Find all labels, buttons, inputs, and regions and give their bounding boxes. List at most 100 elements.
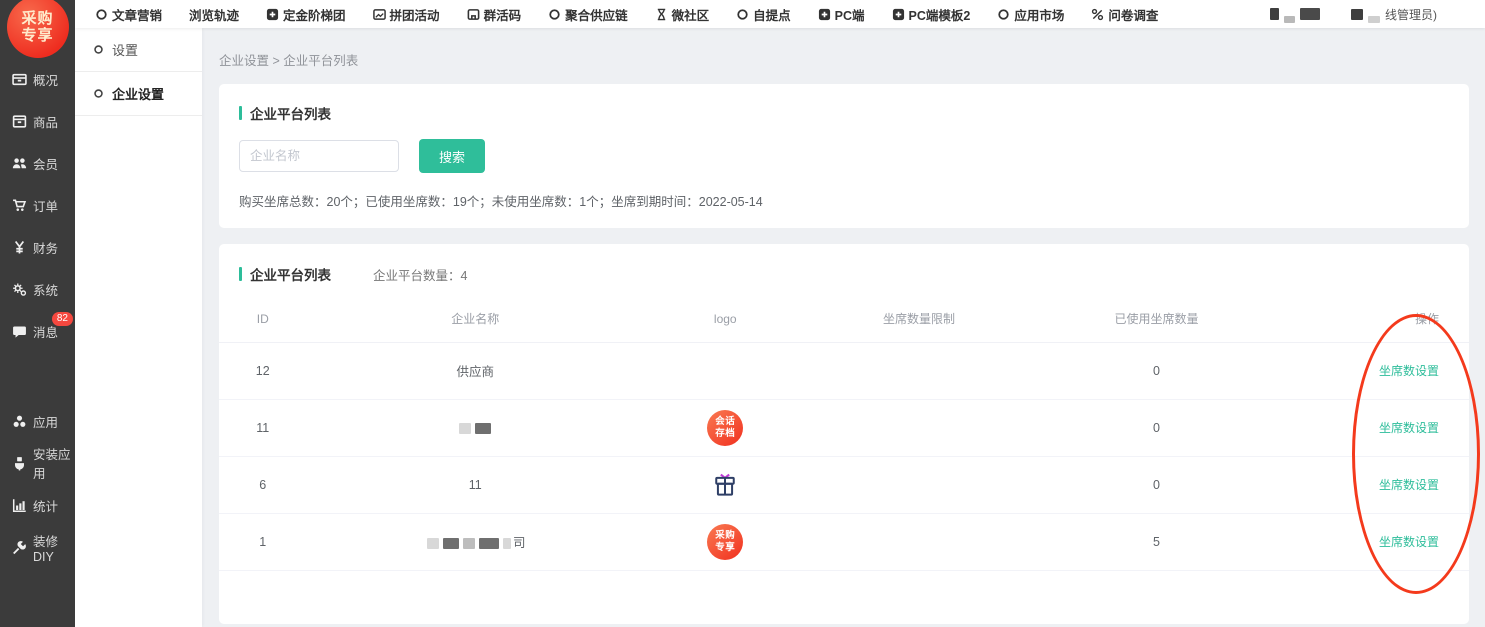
topnav-item-label: 聚合供应链 [565, 5, 628, 24]
sidebar-item[interactable]: 会员 [0, 142, 75, 184]
circle-icon [997, 8, 1010, 21]
seat-settings-link[interactable]: 坐席数设置 [1379, 478, 1439, 492]
company-name: 供应商 [456, 365, 494, 379]
topnav-item[interactable]: 定金阶梯团 [266, 5, 346, 24]
redacted-text [503, 538, 511, 549]
cell-company-name: 11 [307, 456, 645, 513]
cell-id: 6 [219, 456, 307, 513]
seat-settings-link[interactable]: 坐席数设置 [1379, 421, 1439, 435]
diy-icon [12, 540, 27, 555]
topnav-item[interactable]: 问卷调查 [1091, 5, 1158, 24]
user-info[interactable]: 线管理员) [1270, 6, 1437, 23]
sidebar-item-label: 会员 [33, 154, 58, 173]
topnav-item-label: PC端模板2 [909, 5, 971, 24]
sidebar-item-label: 系统 [33, 280, 58, 299]
square-plus-icon [266, 8, 279, 21]
column-header: ID [219, 296, 307, 342]
sidebar-item[interactable]: 概况 [0, 58, 75, 100]
topnav-item[interactable]: 浏览轨迹 [189, 5, 239, 24]
seat-settings-link[interactable]: 坐席数设置 [1379, 364, 1439, 378]
user-role-text: 线管理员) [1385, 6, 1437, 23]
topnav-item[interactable]: 文章营销 [95, 5, 162, 24]
topbar: 文章营销 浏览轨迹 定金阶梯团 拼团活动 群活码 聚合供应链 微社区 自提点 PC端 PC端模板2… [75, 0, 1485, 28]
company-name-input[interactable] [239, 140, 399, 172]
platform-count: 企业平台数量：4 [373, 265, 467, 284]
settings-sidebar-item[interactable]: 设置 [75, 28, 202, 72]
search-panel-title: 企业平台列表 [250, 103, 331, 123]
breadcrumb: 企业设置 > 企业平台列表 [219, 50, 1469, 69]
finance-icon [12, 240, 27, 255]
topnav-item[interactable]: 群活码 [467, 5, 522, 24]
sidebar-item-label: 装修DIY [33, 531, 75, 564]
circle-icon [95, 8, 108, 21]
apps-icon [12, 414, 27, 429]
sidebar-item[interactable]: 应用 [0, 400, 75, 442]
sidebar-item[interactable]: 财务 [0, 226, 75, 268]
topnav-item-label: 拼团活动 [390, 5, 440, 24]
topnav-item[interactable]: PC端 [818, 5, 865, 24]
topnav-item[interactable]: 自提点 [736, 5, 791, 24]
settings-sidebar-item[interactable]: 企业设置 [75, 72, 202, 116]
cell-seats-used: 5 [1032, 513, 1282, 570]
topnav-item[interactable]: 应用市场 [997, 5, 1064, 24]
sidebar-item[interactable]: 安装应用 [0, 442, 75, 484]
cell-company-name: 供应商 [307, 342, 645, 399]
platform-table: ID企业名称logo坐席数量限制已使用坐席数量操作 12供应商0坐席数设置11会… [219, 296, 1469, 571]
install-icon [12, 456, 27, 471]
sidebar-nav: 概况商品会员订单财务系统消息82 应用安装应用统计装修DIY [0, 58, 75, 568]
search-button[interactable]: 搜索 [419, 139, 485, 173]
redacted-text [459, 423, 471, 434]
overview-icon [12, 72, 27, 87]
topnav-item-label: 文章营销 [112, 5, 162, 24]
brand-line1: 采购 [21, 10, 53, 27]
redacted-block [1368, 16, 1380, 23]
cell-company-name: 司 [307, 513, 645, 570]
topnav-item[interactable]: 微社区 [655, 5, 710, 24]
cell-action: 坐席数设置 [1282, 342, 1470, 399]
table-row: 11会话存档0坐席数设置 [219, 399, 1469, 456]
company-name-suffix: 司 [513, 536, 526, 550]
cell-seat-limit [807, 513, 1032, 570]
sidebar-item[interactable]: 统计 [0, 484, 75, 526]
table-row: 6 11 0 坐席数设置 [219, 456, 1469, 513]
sidebar-item[interactable]: 系统 [0, 268, 75, 310]
square-plus-icon [892, 8, 905, 21]
topnav: 文章营销 浏览轨迹 定金阶梯团 拼团活动 群活码 聚合供应链 微社区 自提点 PC端 PC端模板2… [95, 5, 1158, 24]
cell-action: 坐席数设置 [1282, 513, 1470, 570]
topnav-item[interactable]: 聚合供应链 [548, 5, 628, 24]
redacted-text [479, 538, 499, 549]
gift-icon [710, 470, 740, 500]
stats-icon [12, 498, 27, 513]
section-accent-bar [239, 267, 242, 281]
topnav-item-label: 问卷调查 [1108, 5, 1158, 24]
redacted-text [443, 538, 459, 549]
message-icon [12, 324, 27, 339]
brand-logo[interactable]: 采购 专享 [7, 0, 69, 58]
cell-seats-used: 0 [1032, 456, 1282, 513]
square-plus-icon [818, 8, 831, 21]
settings-sidebar-item-label: 设置 [112, 40, 138, 59]
company-name: 11 [469, 478, 482, 492]
topnav-item-label: 应用市场 [1014, 5, 1064, 24]
topnav-item-label: 浏览轨迹 [189, 5, 239, 24]
cell-action: 坐席数设置 [1282, 456, 1470, 513]
sidebar-item[interactable]: 消息82 [0, 310, 75, 352]
seat-stats: 购买坐席总数：20个；已使用坐席数：19个；未使用坐席数：1个；坐席到期时间：2… [239, 191, 1449, 210]
cell-company-name [307, 399, 645, 456]
topnav-item[interactable]: PC端模板2 [892, 5, 971, 24]
seat-settings-link[interactable]: 坐席数设置 [1379, 535, 1439, 549]
column-header: logo [644, 296, 807, 342]
topnav-item-label: PC端 [835, 5, 865, 24]
sidebar-item-label: 应用 [33, 412, 58, 431]
sidebar-item[interactable]: 商品 [0, 100, 75, 142]
topnav-item[interactable]: 拼团活动 [373, 5, 440, 24]
system-icon [12, 282, 27, 297]
redacted-block [1351, 9, 1363, 20]
frame-icon [467, 8, 480, 21]
topnav-item-label: 定金阶梯团 [283, 5, 346, 24]
table-row: 1司采购专享5坐席数设置 [219, 513, 1469, 570]
app-window: 采购 专享 概况商品会员订单财务系统消息82 应用安装应用统计装修DIY 文章营销… [0, 0, 1485, 627]
sidebar-item[interactable]: 装修DIY [0, 526, 75, 568]
column-header: 企业名称 [307, 296, 645, 342]
sidebar-item[interactable]: 订单 [0, 184, 75, 226]
